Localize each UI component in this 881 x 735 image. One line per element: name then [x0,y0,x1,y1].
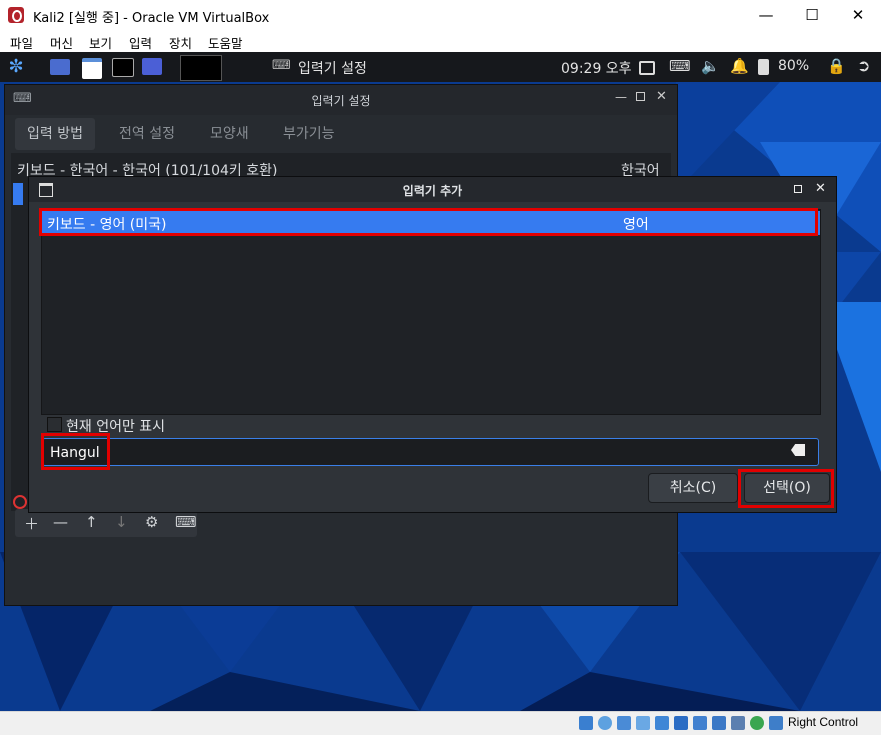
minimize-button[interactable]: — [615,90,627,104]
active-window-label[interactable]: 입력기 설정 [298,58,367,78]
menu-input[interactable]: 입력 [129,33,152,52]
usb-icon[interactable] [655,716,669,730]
highlight-box [738,469,834,508]
display-icon[interactable] [639,61,655,75]
tab-appearance[interactable]: 모양새 [198,118,261,150]
selected-item-marker [13,183,23,205]
keyboard-icon: ⌨ [272,58,291,73]
settings-toolbar: ＋ — ↑ ↓ ⚙ ⌨ [15,509,197,537]
maximize-button[interactable] [636,92,645,101]
terminal-icon[interactable] [112,58,134,77]
search-field[interactable] [42,438,819,466]
optical-drive-icon[interactable] [598,716,612,730]
highlight-box [39,208,818,236]
workspace-icon[interactable] [50,59,70,75]
add-input-method-dialog: 입력기 추가 ✕ 키보드 - 영어 (미국) 영어 현재 언어만 표시 취소(C… [28,176,837,513]
maximize-button[interactable]: ☐ [789,0,835,30]
menu-devices[interactable]: 장치 [169,33,192,52]
only-current-language-checkbox[interactable] [47,417,62,432]
workspace-preview[interactable] [180,55,222,81]
remove-icon[interactable]: — [53,513,68,531]
cpu-icon[interactable] [731,716,745,730]
window-title: Kali2 [실행 중] - Oracle VM VirtualBox [33,11,270,26]
lock-icon[interactable]: 🔒 [827,57,846,75]
host-key-label: Right Control [788,715,859,729]
tab-global-settings[interactable]: 전역 설정 [107,118,187,150]
display-icon[interactable] [693,716,707,730]
battery-percent: 80% [778,58,810,74]
settings-titlebar: ⌨ 입력기 설정 — ✕ [5,85,677,115]
mouse-integration-icon[interactable] [750,716,764,730]
network-icon[interactable] [636,716,650,730]
cancel-button[interactable]: 취소(C) [648,473,738,503]
menu-help[interactable]: 도움말 [208,33,243,52]
screen-record-icon[interactable] [142,58,162,75]
battery-icon[interactable] [758,59,769,75]
menu-bar: 파일 머신 보기 입력 장치 도움말 [0,30,881,52]
dialog-title: 입력기 추가 [402,184,463,198]
close-button[interactable]: ✕ [815,181,826,196]
keyboard-layout-icon[interactable]: ⌨ [175,513,197,531]
logout-icon[interactable]: ➲ [857,56,870,75]
search-input[interactable] [48,442,772,464]
clear-search-icon[interactable] [791,444,805,456]
notification-bell-icon[interactable]: 🔔 [730,57,749,75]
virtualbox-app-icon [8,7,24,23]
add-icon[interactable]: ＋ [24,513,39,534]
keyboard-capture-icon[interactable] [769,716,783,730]
kali-panel: ✼ ⌨ 입력기 설정 09:29 오후 ⌨ 🔈 🔔 80% 🔒 ➲ [0,52,881,82]
gear-icon[interactable]: ⚙ [145,513,158,531]
audio-icon[interactable] [617,716,631,730]
minimize-button[interactable]: — [743,0,789,30]
volume-icon[interactable]: 🔈 [701,57,720,75]
maximize-button[interactable] [794,185,802,193]
shared-folders-icon[interactable] [674,716,688,730]
kali-menu-icon[interactable]: ✼ [4,55,28,79]
tab-addons[interactable]: 부가기능 [271,118,347,150]
dialog-titlebar: 입력기 추가 ✕ [29,177,836,202]
guest-screen: ✼ ⌨ 입력기 설정 09:29 오후 ⌨ 🔈 🔔 80% 🔒 ➲ ⌨ 입력기 … [0,52,881,711]
clock[interactable]: 09:29 오후 [561,58,632,78]
recording-icon[interactable] [712,716,726,730]
move-up-icon[interactable]: ↑ [85,513,98,531]
menu-view[interactable]: 보기 [89,33,112,52]
menu-machine[interactable]: 머신 [50,33,73,52]
close-button[interactable]: ✕ [835,0,881,30]
menu-file[interactable]: 파일 [10,33,33,52]
available-methods-list: 키보드 - 영어 (미국) 영어 [39,208,821,415]
highlight-box [41,433,110,470]
hard-disk-icon[interactable] [579,716,593,730]
files-icon[interactable] [82,58,102,79]
input-method-icon[interactable]: ⌨ [669,57,691,75]
status-icon [13,495,27,509]
close-button[interactable]: ✕ [656,89,667,104]
settings-title: 입력기 설정 [311,94,371,108]
move-down-icon[interactable]: ↓ [115,513,128,531]
virtualbox-statusbar: Right Control [0,711,881,735]
window-titlebar: Kali2 [실행 중] - Oracle VM VirtualBox — ☐ … [0,0,881,30]
tab-input-method[interactable]: 입력 방법 [15,118,95,150]
